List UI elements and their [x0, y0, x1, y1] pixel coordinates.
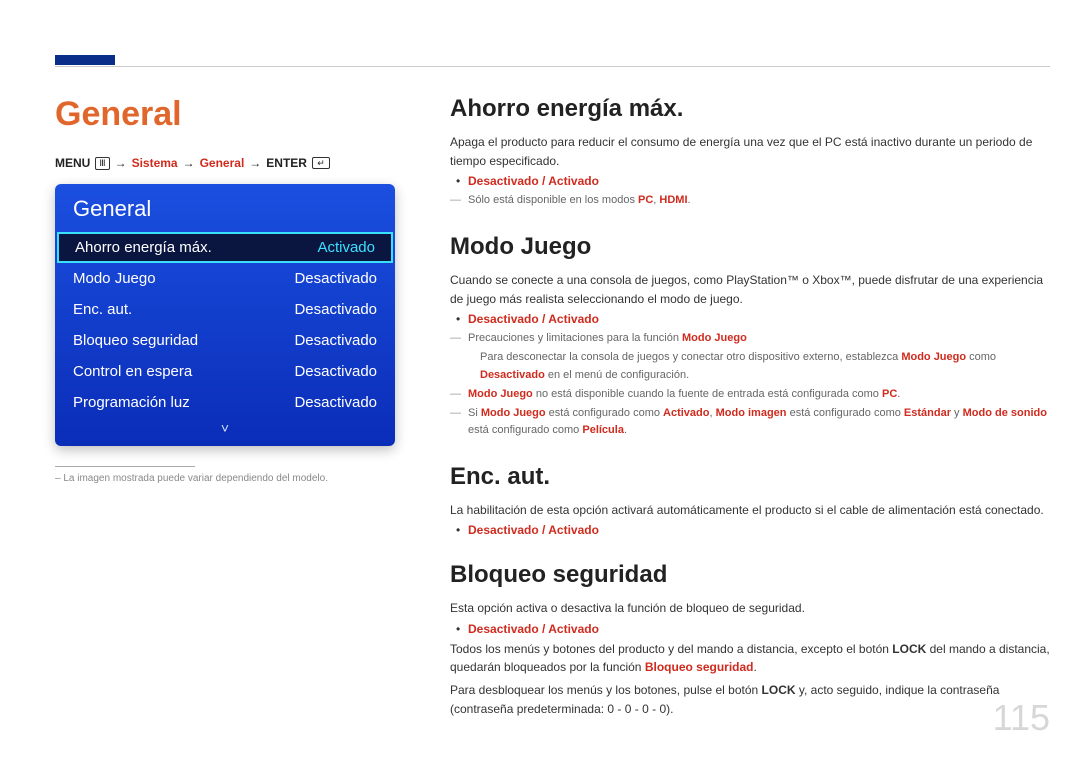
osd-value: Desactivado	[294, 363, 377, 380]
section-note: Sólo está disponible en los modos PC, HD…	[468, 192, 1050, 209]
note-bold: Estándar	[904, 407, 951, 419]
section-bloqueo: Bloqueo seguridad Esta opción activa o d…	[450, 561, 1050, 718]
para-bold: LOCK	[762, 683, 796, 697]
osd-row-control[interactable]: Control en espera Desactivado	[55, 356, 395, 387]
osd-row-programacion[interactable]: Programación luz Desactivado	[55, 387, 395, 418]
osd-row-ahorro[interactable]: Ahorro energía máx. Activado	[57, 232, 393, 263]
right-column: Ahorro energía máx. Apaga el producto pa…	[450, 95, 1050, 742]
footnote-rule	[55, 466, 195, 467]
note-text: Sólo está disponible en los modos	[468, 194, 638, 206]
header-rule	[55, 66, 1050, 67]
note-bold: PC	[882, 388, 897, 400]
section-heading: Enc. aut.	[450, 463, 1050, 491]
note-text: está configurado como	[787, 407, 904, 419]
osd-label: Ahorro energía máx.	[75, 239, 212, 256]
osd-value: Desactivado	[294, 332, 377, 349]
para-bold: Bloqueo seguridad	[645, 660, 754, 674]
osd-value: Activado	[317, 239, 375, 256]
note-text: Si	[468, 407, 481, 419]
section-options: Desactivado / Activado	[468, 622, 1050, 636]
note-bold: Modo de sonido	[963, 407, 1047, 419]
footnote-label: La imagen mostrada puede variar dependie…	[63, 473, 328, 484]
osd-title: General	[55, 184, 395, 232]
note-text: .	[624, 424, 627, 436]
osd-panel: General Ahorro energía máx. Activado Mod…	[55, 184, 395, 446]
osd-label: Modo Juego	[73, 270, 156, 287]
note-bold: Modo Juego	[468, 388, 533, 400]
note-hdmi: HDMI	[659, 194, 687, 206]
note-suffix: .	[688, 194, 691, 206]
breadcrumb-general: General	[200, 156, 245, 170]
para-text: Todos los menús y botones del producto y…	[450, 642, 892, 656]
note-text: Para desconectar la consola de juegos y …	[480, 351, 901, 363]
note-bold: Película	[582, 424, 624, 436]
section-encaut: Enc. aut. La habilitación de esta opción…	[450, 463, 1050, 538]
section-options: Desactivado / Activado	[468, 312, 1050, 326]
para-bold: LOCK	[892, 642, 926, 656]
section-note: Si Modo Juego está configurado como Acti…	[468, 405, 1050, 439]
osd-more-chevron-icon[interactable]: ˅	[55, 418, 395, 436]
para-text: Para desbloquear los menús y los botones…	[450, 683, 762, 697]
breadcrumb-arrow: →	[115, 156, 127, 170]
note-text: y	[951, 407, 963, 419]
note-bold: Modo imagen	[716, 407, 787, 419]
note-text: Precauciones y limitaciones para la func…	[468, 332, 682, 344]
header-accent-bar	[55, 55, 115, 65]
page-title: General	[55, 95, 395, 134]
breadcrumb: MENU Ⅲ → Sistema → General → ENTER	[55, 156, 395, 170]
osd-row-encaut[interactable]: Enc. aut. Desactivado	[55, 294, 395, 325]
note-text: está configurado como	[546, 407, 663, 419]
note-bold: Modo Juego	[481, 407, 546, 419]
section-heading: Bloqueo seguridad	[450, 561, 1050, 589]
section-desc: Apaga el producto para reducir el consum…	[450, 133, 1050, 170]
section-subnote: Para desconectar la consola de juegos y …	[480, 349, 1050, 383]
osd-label: Control en espera	[73, 363, 192, 380]
osd-label: Enc. aut.	[73, 301, 132, 318]
section-options: Desactivado / Activado	[468, 523, 1050, 537]
note-text: en el menú de configuración.	[545, 369, 689, 381]
content-wrapper: General MENU Ⅲ → Sistema → General → ENT…	[55, 95, 1050, 742]
note-bold: Modo Juego	[901, 351, 966, 363]
osd-label: Bloqueo seguridad	[73, 332, 198, 349]
section-modojuego: Modo Juego Cuando se conecte a una conso…	[450, 233, 1050, 438]
note-text: está configurado como	[468, 424, 582, 436]
osd-label: Programación luz	[73, 394, 190, 411]
osd-value: Desactivado	[294, 301, 377, 318]
osd-row-bloqueo[interactable]: Bloqueo seguridad Desactivado	[55, 325, 395, 356]
section-options: Desactivado / Activado	[468, 174, 1050, 188]
note-bold: Activado	[663, 407, 709, 419]
page-number: 115	[993, 697, 1050, 739]
osd-value: Desactivado	[294, 394, 377, 411]
section-ahorro: Ahorro energía máx. Apaga el producto pa…	[450, 95, 1050, 209]
note-bold: Modo Juego	[682, 332, 747, 344]
breadcrumb-arrow: →	[249, 156, 261, 170]
enter-icon	[312, 157, 330, 169]
left-column: General MENU Ⅲ → Sistema → General → ENT…	[55, 95, 395, 742]
breadcrumb-sistema: Sistema	[132, 156, 178, 170]
para-text: .	[754, 660, 757, 674]
footnote-text: – La imagen mostrada puede variar depend…	[55, 473, 395, 484]
breadcrumb-enter: ENTER	[266, 156, 307, 170]
section-desc: Esta opción activa o desactiva la funció…	[450, 599, 1050, 618]
breadcrumb-menu: MENU	[55, 156, 90, 170]
section-heading: Ahorro energía máx.	[450, 95, 1050, 123]
section-desc: Cuando se conecte a una consola de juego…	[450, 271, 1050, 308]
section-para: Para desbloquear los menús y los botones…	[450, 681, 1050, 718]
section-heading: Modo Juego	[450, 233, 1050, 261]
note-pc: PC	[638, 194, 653, 206]
section-note: Modo Juego no está disponible cuando la …	[468, 386, 1050, 403]
osd-row-modojuego[interactable]: Modo Juego Desactivado	[55, 263, 395, 294]
section-para: Todos los menús y botones del producto y…	[450, 640, 1050, 677]
osd-value: Desactivado	[294, 270, 377, 287]
note-text: como	[966, 351, 996, 363]
note-bold: Desactivado	[480, 369, 545, 381]
note-text: .	[897, 388, 900, 400]
section-note: Precauciones y limitaciones para la func…	[468, 330, 1050, 347]
section-desc: La habilitación de esta opción activará …	[450, 501, 1050, 520]
note-text: no está disponible cuando la fuente de e…	[533, 388, 882, 400]
breadcrumb-arrow: →	[183, 156, 195, 170]
menu-icon: Ⅲ	[95, 157, 109, 170]
